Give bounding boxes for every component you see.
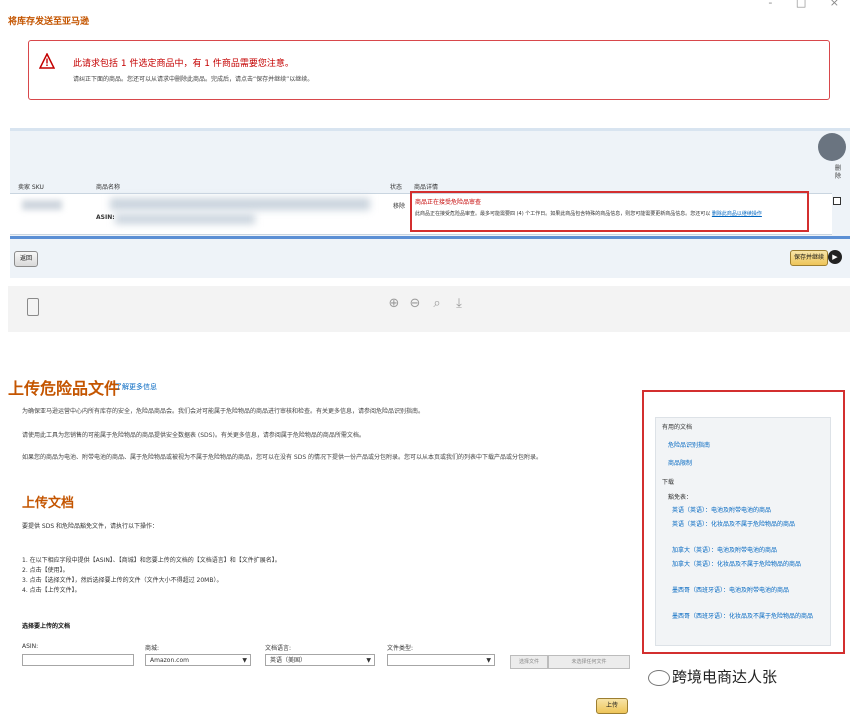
- warning-icon: [39, 53, 55, 69]
- upload-button[interactable]: 上传: [596, 698, 628, 714]
- intro-paragraph-2: 请使用此工具为您销售的可能属于危险物品的商品提供安全数据表 (SDS)。有关更多…: [22, 432, 365, 439]
- alert-headline: 此请求包括 1 件选定商品中，有 1 件商品需要您注意。: [73, 59, 294, 69]
- sidebar-link-download-1[interactable]: 英语（英语）：电池及附带电池的商品: [672, 506, 822, 515]
- save-continue-button[interactable]: 保存并继续: [790, 250, 828, 266]
- doc-language-select[interactable]: 英语（美国） ▼: [265, 654, 375, 666]
- sidebar-link-dg-guide[interactable]: 危险品识别指南: [668, 441, 710, 450]
- intro-paragraph-1: 为确保亚马逊运营中心内所有库存的安全，危险品商品会。我们会对可能属于危险物品的商…: [22, 408, 425, 415]
- device-icon[interactable]: [27, 298, 39, 316]
- header-seller-sku: 卖家 SKU: [18, 184, 44, 191]
- row-status[interactable]: 移除: [393, 201, 405, 210]
- search-icon[interactable]: ⌕: [430, 297, 444, 311]
- alert-subtext: 请纠正下面的商品。您还可以从请求中删除此商品。完成后，请点击“保存并继续”以继续…: [73, 76, 314, 83]
- delete-column-header: 删除: [835, 165, 842, 180]
- asin-label: ASIN:: [96, 214, 115, 221]
- marketplace-label: 商城:: [145, 645, 160, 652]
- viewer-toolbar: [8, 286, 850, 332]
- chevron-down-icon: ▼: [366, 657, 371, 664]
- step-3: 3. 点击【选择文件】，然后选择要上传的文件（文件大小不得超过 20MB）。: [22, 577, 223, 584]
- detail-text: 此商品正在接受危险品审查。最多可能需要四 (4) 个工作日。如果此商品包含特殊的…: [415, 211, 711, 217]
- redacted-product-name: [110, 198, 370, 210]
- doc-language-value: 英语（美国）: [270, 657, 307, 664]
- chevron-down-icon: ▼: [242, 657, 247, 664]
- detail-description: 此商品正在接受危险品审查。最多可能需要四 (4) 个工作日。如果此商品包含特殊的…: [415, 210, 762, 217]
- zoom-in-icon[interactable]: ⊕: [387, 297, 401, 311]
- asin-input[interactable]: [22, 654, 134, 666]
- step-2: 2. 点击【使用】。: [22, 567, 69, 574]
- wechat-icon: [648, 670, 670, 686]
- useful-docs-title: 有用的文档: [662, 424, 693, 431]
- asin-field-label: ASIN:: [22, 643, 39, 650]
- sidebar-link-download-4[interactable]: 加拿大（英语）：化妆品及不属于危险物品的商品: [672, 560, 822, 569]
- download-icon[interactable]: ⤓: [452, 297, 466, 311]
- sidebar-link-restrictions[interactable]: 商品限制: [668, 459, 692, 468]
- intro-paragraph-3: 如果您的商品为电池、附带电池的商品、属于危险物品或被视为不属于危险物品的商品，您…: [22, 454, 543, 461]
- scroll-handle[interactable]: [818, 133, 846, 161]
- header-status: 状态: [390, 184, 403, 191]
- redacted-sku: [22, 200, 62, 210]
- delete-checkbox[interactable]: [833, 197, 841, 205]
- sidebar-link-download-5[interactable]: 墨西哥（西班牙语）：电池及附带电池的商品: [672, 586, 822, 595]
- sidebar-link-download-6[interactable]: 墨西哥（西班牙语）：化妆品及不属于危险物品的商品: [672, 612, 822, 621]
- detail-title: 商品正在接受危险品审查: [415, 199, 482, 206]
- exemption-title: 豁免表：: [668, 494, 693, 501]
- doc-language-label: 文档语言:: [265, 645, 292, 652]
- file-type-label: 文件类型:: [387, 645, 414, 652]
- no-file-chosen: 未选择任何文件: [548, 655, 630, 669]
- alert-box: 此请求包括 1 件选定商品中，有 1 件商品需要您注意。 请纠正下面的商品。您还…: [28, 40, 830, 100]
- downloads-title: 下载: [662, 479, 675, 486]
- instructions: 要提供 SDS 和危险品豁免文件，请执行以下操作：: [22, 523, 159, 530]
- learn-more-link[interactable]: 了解更多信息: [115, 382, 157, 392]
- upload-heading: 上传危险品文件: [8, 379, 121, 398]
- play-icon[interactable]: ▶: [828, 250, 842, 264]
- back-button[interactable]: 返回: [14, 251, 38, 267]
- divider-line: [10, 236, 850, 239]
- step-4: 4. 点击【上传文件】。: [22, 587, 81, 594]
- upload-docs-heading: 上传文档: [22, 496, 75, 511]
- sidebar-link-download-3[interactable]: 加拿大（英语）：电池及附带电池的商品: [672, 546, 822, 555]
- header-details: 商品详情: [414, 184, 439, 191]
- redacted-asin: [115, 214, 255, 224]
- page-title: 将库存发送至亚马逊: [8, 17, 90, 27]
- window-controls[interactable]: - □ ×: [768, 0, 849, 9]
- choose-file-button[interactable]: 选择文件: [510, 655, 548, 669]
- zoom-out-icon[interactable]: ⊖: [408, 297, 422, 311]
- chevron-down-icon: ▼: [486, 657, 491, 664]
- step-1: 1. 在以下相应字段中提供【ASIN】、【商城】和您要上传的文档的【文档语言】和…: [22, 557, 281, 564]
- watermark-text: 跨境电商达人张: [672, 668, 778, 686]
- choose-docs-title: 选择要上传的文档: [22, 623, 71, 630]
- header-product-name: 商品名称: [96, 184, 121, 191]
- remove-item-link[interactable]: 删除此商品以继续操作: [712, 211, 762, 217]
- marketplace-value: Amazon.com: [150, 657, 189, 664]
- sidebar-link-download-2[interactable]: 英语（英语）：化妆品及不属于危险物品的商品: [672, 520, 822, 529]
- panel-header-strip: [10, 128, 850, 131]
- file-type-select[interactable]: ▼: [387, 654, 495, 666]
- marketplace-select[interactable]: Amazon.com ▼: [145, 654, 251, 666]
